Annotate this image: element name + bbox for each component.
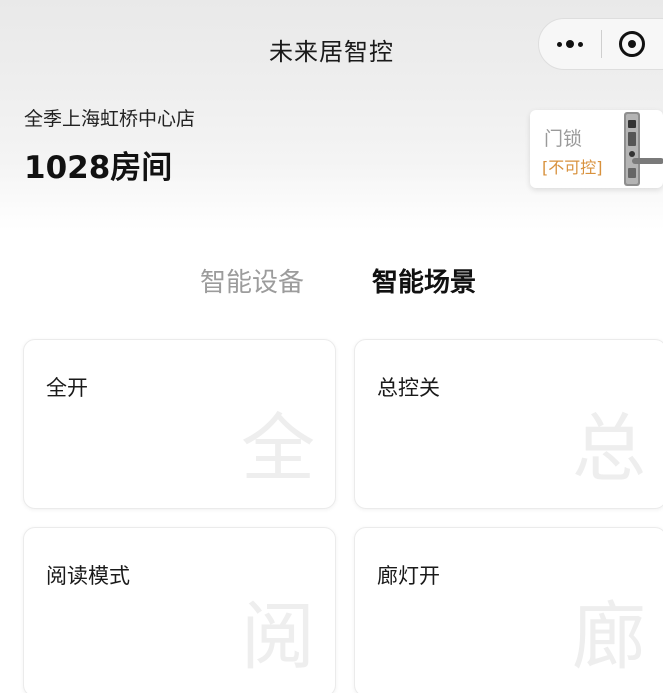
- door-lock-label: 门锁: [544, 128, 583, 150]
- hotel-name: 全季上海虹桥中心店: [24, 108, 196, 130]
- door-lock-status: [不可控]: [542, 158, 603, 177]
- scene-card-watermark: 廊: [572, 594, 646, 680]
- close-target-button[interactable]: [602, 19, 662, 69]
- scene-card-all-on[interactable]: 全开 全: [23, 339, 336, 509]
- scene-card-master-off[interactable]: 总控关 总: [354, 339, 663, 509]
- scene-card-label: 廊灯开: [377, 564, 440, 588]
- scene-card-watermark: 阅: [241, 594, 315, 680]
- tab-smart-devices[interactable]: 智能设备: [200, 262, 304, 299]
- scene-card-label: 总控关: [377, 376, 440, 400]
- door-lock-icon: [624, 112, 663, 186]
- scene-card-watermark: 全: [241, 406, 315, 492]
- scene-card-corridor-light-on[interactable]: 廊灯开 廊: [354, 527, 663, 693]
- scene-card-label: 阅读模式: [46, 564, 130, 588]
- mini-program-capsule: [538, 18, 663, 70]
- scene-card-reading-mode[interactable]: 阅读模式 阅: [23, 527, 336, 693]
- more-dots-icon[interactable]: [539, 19, 601, 69]
- room-name: 1028房间: [24, 150, 173, 186]
- door-lock-card[interactable]: 门锁 [不可控]: [530, 110, 663, 188]
- target-icon: [619, 31, 645, 57]
- tab-smart-scenes[interactable]: 智能场景: [372, 262, 476, 299]
- scene-card-label: 全开: [46, 376, 88, 400]
- scene-card-watermark: 总: [572, 406, 646, 492]
